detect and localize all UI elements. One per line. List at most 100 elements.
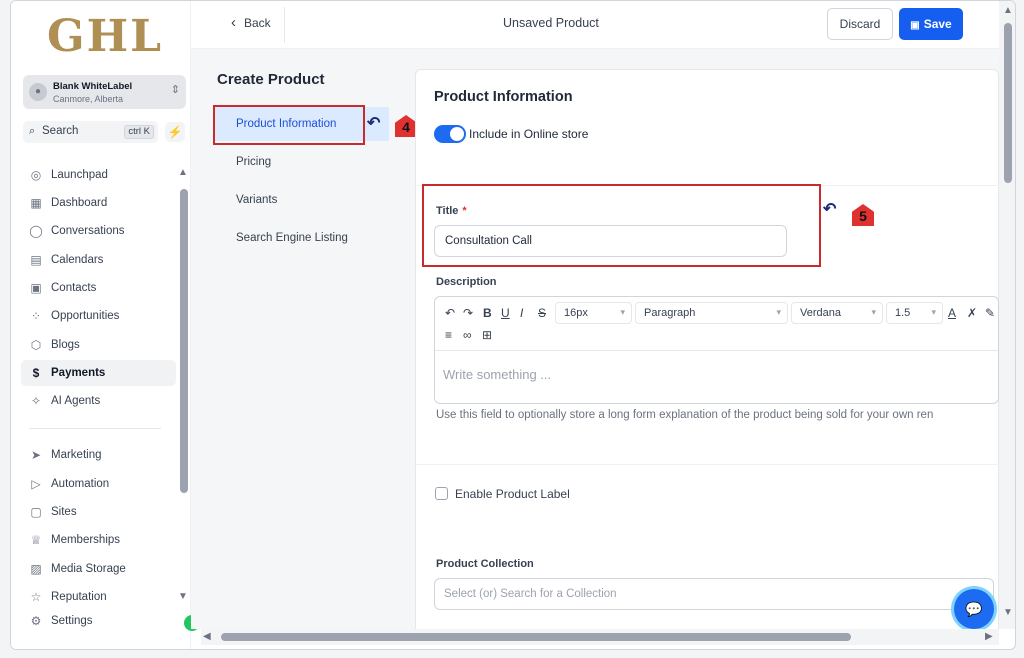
line-height-value: 1.5 [895,307,911,319]
sidebar-item-automation[interactable]: ▷ Automation [21,471,176,497]
ai-agents-icon: ✧ [30,394,42,408]
main-scrollbar[interactable]: ▲ ▼ [999,1,1015,629]
sidebar-item-label: Sites [51,506,77,518]
sidebar-scrollbar-thumb[interactable] [180,189,188,493]
account-location: Canmore, Alberta [53,94,124,104]
quick-action-bolt-icon[interactable]: ⚡ [165,122,185,142]
text-color-icon[interactable]: A [948,306,956,320]
block-type-select[interactable]: Paragraph ▾ [635,302,788,324]
media-storage-icon: ▨ [30,562,42,576]
sidebar-item-memberships[interactable]: ♕ Memberships [21,527,176,553]
italic-icon[interactable]: I [520,306,523,320]
sidebar-item-marketing[interactable]: ➤ Marketing [21,442,176,468]
scroll-up-icon[interactable]: ▲ [178,167,188,178]
search-shortcut: ctrl K [124,125,154,139]
sidebar-item-media-storage[interactable]: ▨ Media Storage [21,556,176,582]
sidebar-item-launchpad[interactable]: ◎ Launchpad [21,162,176,188]
description-editor[interactable]: ↶ ↷ B U I S 16px ▾ Paragraph ▾ Verdana ▾ 1.… [434,296,999,404]
clear-format-icon[interactable]: ✗ [967,306,977,320]
chat-support-icon[interactable]: 💬 [954,589,994,629]
font-family-select[interactable]: Verdana ▾ [791,302,883,324]
sidebar-item-opportunities[interactable]: ⁘ Opportunities [21,303,176,329]
font-family-value: Verdana [800,307,841,319]
memberships-icon: ♕ [30,533,42,547]
conversations-icon: ◯ [29,224,43,238]
strikethrough-icon[interactable]: S [538,306,546,320]
save-button[interactable]: ▣ Save [899,8,963,40]
sidebar-scrollbar[interactable]: ▲ ▼ [178,167,188,607]
main-scrollbar-thumb[interactable] [1004,23,1012,183]
scroll-down-icon[interactable]: ▼ [178,591,188,602]
annotation-box-product-information [213,105,365,145]
product-label-checkbox[interactable] [435,487,448,500]
title-label: Title * [436,205,467,217]
search-icon: ⌕ [29,125,36,137]
sidebar: GHL ● Blank WhiteLabel Canmore, Alberta … [11,1,191,649]
redo-icon[interactable]: ↷ [463,306,473,320]
scroll-up-icon[interactable]: ▲ [1003,5,1013,16]
product-label-checkbox-label: Enable Product Label [455,487,570,501]
block-type-value: Paragraph [644,307,696,319]
account-name: Blank WhiteLabel [53,81,133,92]
align-icon[interactable]: ≡ [445,328,452,342]
link-icon[interactable]: ∞ [463,328,472,342]
title-label-text: Title [436,205,459,217]
account-switcher[interactable]: ● Blank WhiteLabel Canmore, Alberta ⇕ [23,75,186,109]
scroll-down-icon[interactable]: ▼ [1003,607,1013,618]
collection-placeholder: Select (or) Search for a Collection [444,588,617,600]
chevron-updown-icon: ⇕ [170,84,180,96]
online-store-toggle[interactable] [434,125,466,143]
sidebar-item-ai-agents[interactable]: ✧ AI Agents [21,388,176,414]
annotation-arrow-icon: ↶ [367,115,381,132]
sidebar-item-sites[interactable]: ▢ Sites [21,499,176,525]
sidebar-item-label: Reputation [51,591,107,603]
opportunities-icon: ⁘ [30,309,42,323]
section-item-pricing[interactable]: Pricing [214,145,389,179]
section-item-search-engine-listing[interactable]: Search Engine Listing [214,221,389,255]
discard-button[interactable]: Discard [827,8,893,40]
sidebar-item-conversations[interactable]: ◯ Conversations [21,218,176,244]
sidebar-item-calendars[interactable]: ▤ Calendars [21,247,176,273]
chevron-down-icon: ▾ [620,307,625,317]
chevron-down-icon: ▾ [871,307,876,317]
scroll-right-icon[interactable]: ▶ [985,631,993,642]
highlight-icon[interactable]: ✎ [985,306,995,320]
card-title: Product Information [434,89,573,105]
section-item-variants[interactable]: Variants [214,183,389,217]
sidebar-item-label: Calendars [51,254,104,266]
sidebar-item-label: Conversations [51,225,125,237]
sidebar-item-dashboard[interactable]: ▦ Dashboard [21,190,176,216]
search-input[interactable]: ⌕ Search ctrl K [23,121,158,143]
star-icon: ☆ [30,590,42,604]
line-height-select[interactable]: 1.5 ▾ [886,302,943,324]
undo-icon[interactable]: ↶ [445,306,455,320]
collection-select[interactable]: Select (or) Search for a Collection [434,578,994,610]
horizontal-scrollbar-thumb[interactable] [221,633,851,641]
automation-icon: ▷ [31,477,41,491]
table-icon[interactable]: ⊞ [482,328,492,342]
scroll-left-icon[interactable]: ◀ [203,631,211,642]
editor-placeholder: Write something ... [443,367,552,382]
gear-icon: ⚙ [30,614,42,628]
back-button[interactable]: ‹ Back [231,14,271,31]
description-help-text: Use this field to optionally store a lon… [436,409,934,421]
search-label: Search [42,125,79,137]
sidebar-item-payments[interactable]: $ Payments [21,360,176,386]
annotation-arrow-icon: ↶ [823,201,837,218]
sidebar-item-reputation[interactable]: ☆ Reputation [21,584,176,610]
back-label: Back [244,16,271,30]
sidebar-item-blogs[interactable]: ⬡ Blogs [21,332,176,358]
payments-icon: $ [32,366,40,380]
section-item-label: Search Engine Listing [236,232,348,244]
dashboard-icon: ▦ [30,196,42,210]
sidebar-item-settings[interactable]: ⚙ Settings [21,608,176,634]
sidebar-item-contacts[interactable]: ▣ Contacts [21,275,176,301]
bold-icon[interactable]: B [483,306,492,320]
horizontal-scrollbar[interactable]: ◀ ▶ [201,629,999,645]
underline-icon[interactable]: U [501,306,510,320]
user-icon: ● [29,83,47,101]
collection-label: Product Collection [436,558,534,570]
font-size-select[interactable]: 16px ▾ [555,302,632,324]
divider [415,464,999,465]
title-input[interactable]: Consultation Call [434,225,787,257]
